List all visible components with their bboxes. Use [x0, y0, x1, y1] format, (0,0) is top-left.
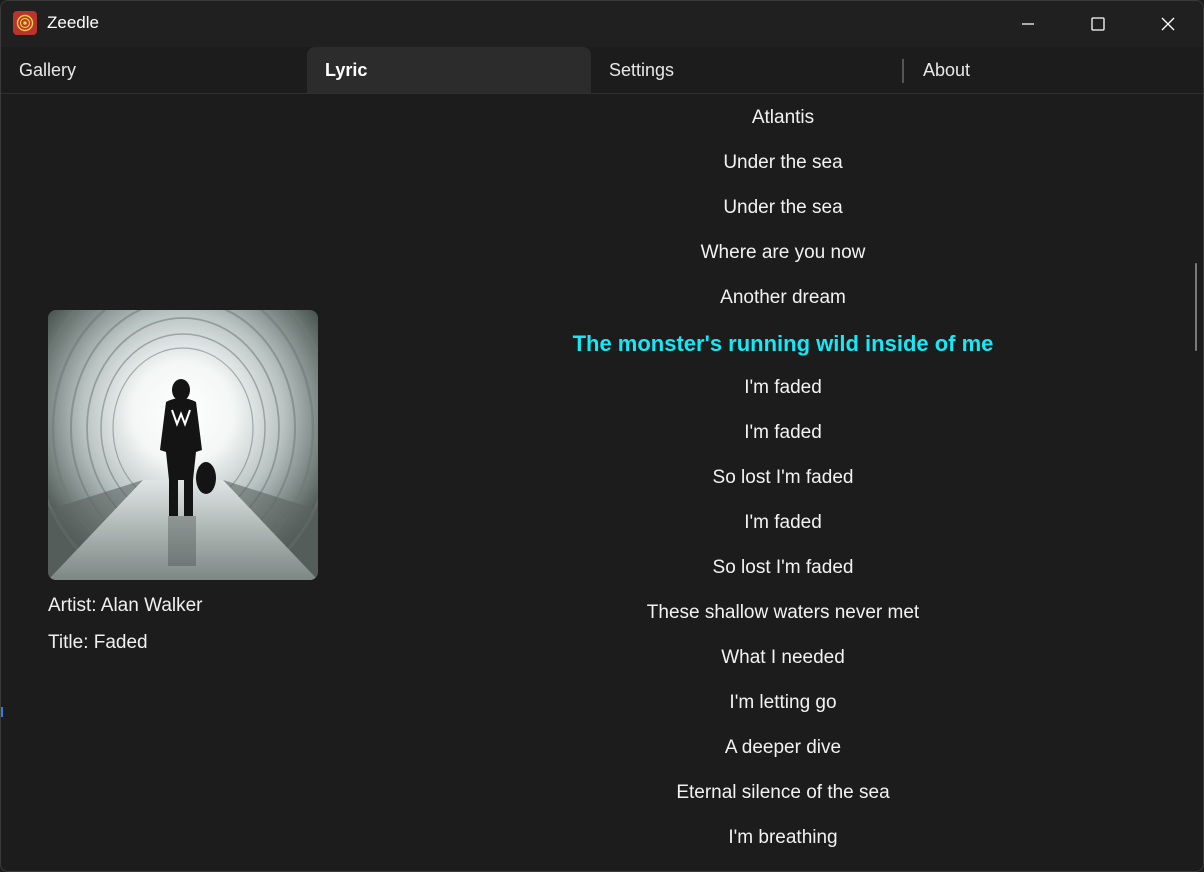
close-button[interactable]: [1133, 1, 1203, 47]
lyric-line[interactable]: A deeper dive: [381, 737, 1185, 759]
current-lyric-line[interactable]: The monster's running wild inside of me: [381, 331, 1185, 357]
lyric-line[interactable]: These shallow waters never met: [381, 602, 1185, 624]
maximize-button[interactable]: [1063, 1, 1133, 47]
lyrics-panel[interactable]: Atlantis Under the sea Under the sea Whe…: [381, 95, 1185, 871]
tab-about[interactable]: About: [905, 47, 1203, 93]
lyric-line[interactable]: I'm faded: [381, 422, 1185, 444]
lyric-line[interactable]: I'm faded: [381, 377, 1185, 399]
maximize-icon: [1091, 17, 1105, 31]
tab-divider: [902, 59, 904, 83]
minimize-icon: [1022, 23, 1034, 25]
tab-lyric[interactable]: Lyric: [307, 47, 591, 93]
title-label: Title: Faded: [48, 632, 148, 653]
lyric-line[interactable]: Eternal silence of the sea: [381, 782, 1185, 804]
window-edge-accent: [1, 707, 3, 717]
lyric-line[interactable]: I'm faded: [381, 512, 1185, 534]
lyric-line[interactable]: I'm letting go: [381, 692, 1185, 714]
lyric-line[interactable]: Where are you now: [381, 242, 1185, 264]
tab-gallery[interactable]: Gallery: [1, 47, 307, 93]
lyric-line[interactable]: Under the sea: [381, 152, 1185, 174]
tab-settings[interactable]: Settings: [591, 47, 903, 93]
app-window: Zeedle Gallery Lyric Settings About Arti…: [0, 0, 1204, 872]
app-logo-icon: [13, 11, 37, 35]
close-icon: [1161, 17, 1175, 31]
artist-label: Artist: Alan Walker: [48, 595, 203, 616]
minimize-button[interactable]: [993, 1, 1063, 47]
album-cover: [48, 310, 318, 580]
lyric-line[interactable]: Atlantis: [381, 107, 1185, 129]
lyric-line[interactable]: Under the sea: [381, 197, 1185, 219]
lyric-line[interactable]: What I needed: [381, 647, 1185, 669]
title-bar[interactable]: Zeedle: [1, 1, 1203, 47]
lyric-line[interactable]: Another dream: [381, 287, 1185, 309]
lyric-line[interactable]: I'm breathing: [381, 827, 1185, 849]
tab-bar: Gallery Lyric Settings About: [1, 47, 1203, 94]
lyric-line[interactable]: So lost I'm faded: [381, 467, 1185, 489]
lyric-line[interactable]: So lost I'm faded: [381, 557, 1185, 579]
app-title: Zeedle: [47, 13, 99, 32]
lyrics-scrollbar[interactable]: [1195, 263, 1197, 351]
